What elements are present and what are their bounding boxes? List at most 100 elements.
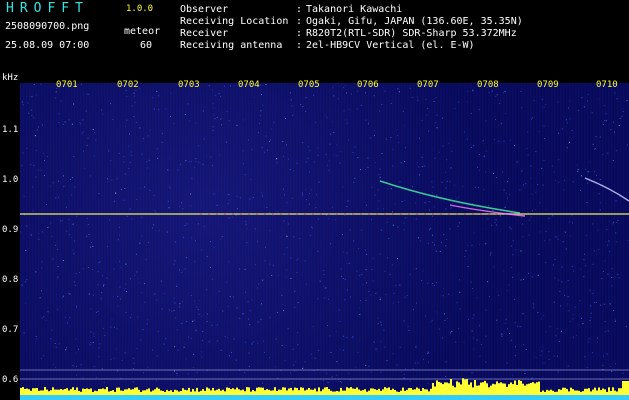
noise-speckle: [104, 334, 106, 336]
noise-speckle: [330, 352, 332, 353]
x-tick-label: 0706: [357, 80, 379, 90]
noise-speckle: [70, 179, 71, 180]
level-bar: [494, 384, 496, 395]
noise-speckle: [270, 128, 272, 130]
noise-speckle: [471, 330, 473, 332]
noise-speckle: [436, 311, 438, 313]
noise-speckle: [118, 152, 120, 154]
noise-speckle: [564, 294, 566, 296]
level-bar: [508, 384, 510, 395]
noise-speckle: [515, 249, 517, 251]
noise-speckle: [252, 341, 254, 343]
noise-speckle: [142, 329, 144, 331]
noise-speckle: [434, 244, 435, 246]
noise-speckle: [387, 257, 389, 259]
noise-speckle: [533, 304, 535, 306]
noise-speckle: [40, 169, 42, 171]
noise-speckle: [190, 205, 192, 207]
level-bar: [306, 389, 308, 395]
noise-speckle: [295, 361, 297, 363]
noise-speckle: [576, 164, 578, 166]
noise-speckle: [141, 292, 143, 294]
noise-speckle: [130, 278, 131, 280]
noise-speckle: [58, 196, 59, 198]
noise-speckle: [370, 137, 372, 139]
level-bar: [184, 389, 186, 395]
noise-speckle: [482, 140, 484, 142]
noise-speckle: [120, 188, 122, 190]
noise-speckle: [491, 90, 493, 92]
noise-speckle: [51, 235, 53, 237]
noise-speckle: [257, 240, 258, 242]
level-bar: [426, 389, 428, 395]
noise-speckle: [92, 294, 94, 296]
noise-speckle: [594, 250, 596, 252]
noise-speckle: [402, 110, 404, 112]
y-tick-label: 1.0: [2, 175, 19, 185]
noise-speckle: [381, 153, 383, 154]
level-bar: [76, 387, 78, 395]
noise-speckle: [558, 132, 560, 134]
level-bar: [434, 386, 436, 395]
x-tick-label: 0702: [117, 80, 139, 90]
noise-speckle: [301, 274, 303, 276]
noise-speckle: [396, 129, 398, 131]
noise-speckle: [392, 224, 394, 226]
noise-speckle: [485, 120, 487, 122]
noise-speckle: [132, 357, 134, 359]
level-bar: [180, 391, 182, 395]
noise-speckle: [359, 275, 361, 277]
noise-speckle: [49, 186, 51, 187]
noise-speckle: [595, 302, 597, 303]
y-tick-label: 0.8: [2, 275, 19, 285]
noise-speckle: [487, 281, 489, 283]
noise-speckle: [283, 220, 285, 222]
noise-speckle: [373, 134, 375, 136]
level-bar: [52, 387, 54, 395]
noise-speckle: [257, 342, 259, 344]
noise-speckle: [302, 142, 304, 144]
level-bar: [114, 391, 116, 395]
noise-speckle: [179, 303, 181, 305]
noise-speckle: [41, 267, 43, 269]
level-bar: [242, 389, 244, 395]
noise-speckle: [30, 109, 32, 111]
noise-speckle: [265, 84, 267, 85]
level-bar: [478, 385, 480, 395]
noise-speckle: [132, 368, 134, 370]
noise-speckle: [340, 268, 342, 270]
noise-speckle: [602, 355, 604, 357]
noise-speckle: [242, 150, 244, 152]
noise-speckle: [161, 308, 163, 310]
noise-speckle: [195, 240, 196, 242]
level-bar: [374, 389, 376, 395]
level-bar: [448, 383, 450, 395]
noise-speckle: [76, 374, 77, 376]
noise-speckle: [98, 356, 100, 358]
noise-speckle: [403, 373, 405, 375]
level-bar: [624, 381, 626, 395]
noise-speckle: [392, 148, 394, 150]
noise-speckle: [399, 181, 401, 183]
noise-speckle: [551, 165, 553, 167]
noise-speckle: [346, 263, 348, 265]
noise-speckle: [184, 224, 186, 226]
noise-speckle: [82, 119, 84, 121]
noise-speckle: [108, 150, 110, 152]
noise-speckle: [193, 300, 195, 302]
noise-speckle: [496, 319, 498, 321]
noise-speckle: [184, 268, 186, 270]
noise-speckle: [512, 240, 514, 242]
level-bar: [248, 387, 250, 395]
noise-speckle: [190, 193, 192, 195]
noise-speckle: [421, 166, 423, 168]
noise-speckle: [573, 270, 574, 272]
noise-speckle: [476, 297, 478, 299]
noise-speckle: [482, 228, 484, 230]
noise-speckle: [346, 289, 348, 291]
noise-speckle: [358, 248, 359, 249]
noise-speckle: [50, 338, 52, 340]
meteor-echo-trace: [379, 180, 521, 214]
noise-speckle: [439, 251, 441, 252]
noise-speckle: [93, 336, 95, 337]
